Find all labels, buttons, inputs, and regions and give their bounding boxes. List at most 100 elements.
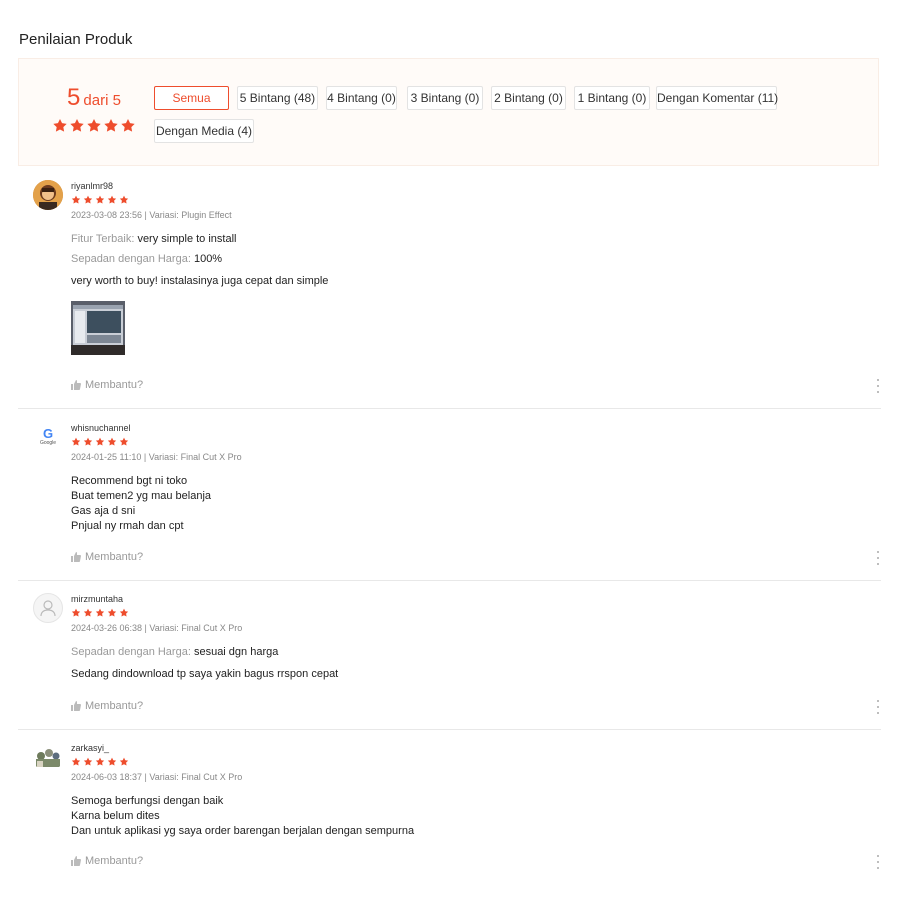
section-title: Penilaian Produk (19, 31, 133, 48)
group-photo-avatar[interactable] (33, 742, 63, 772)
review-username: riyanlmr98 (71, 181, 114, 191)
review-content: Sedang dindownload tp saya yakin bagus r… (71, 667, 881, 682)
divider (18, 580, 881, 581)
star-icon (95, 437, 105, 446)
filter-with-comments[interactable]: Dengan Komentar (11) (656, 86, 778, 110)
divider (18, 408, 881, 409)
review-item: riyanlmr98 2023-03-08 23:56 | Variasi: P… (18, 180, 881, 409)
default-user-avatar[interactable] (33, 593, 63, 623)
review-line: Semoga berfungsi dengan baik (71, 795, 224, 807)
thumbs-up-icon (71, 380, 81, 390)
filter-all[interactable]: Semua (154, 86, 229, 110)
filter-2-star[interactable]: 2 Bintang (0) (491, 86, 566, 110)
divider (18, 729, 881, 730)
review-line: very worth to buy! instalasinya juga cep… (71, 275, 329, 287)
google-logo-caption: Google (39, 439, 57, 446)
star-icon (95, 195, 105, 204)
star-icon (95, 608, 105, 617)
user-icon (40, 600, 56, 617)
review-meta: 2024-03-26 06:38 | Variasi: Final Cut X … (71, 623, 243, 633)
star-icon (119, 437, 129, 446)
review-line: Sedang dindownload tp saya yakin bagus r… (71, 668, 339, 680)
review-meta: 2024-06-03 18:37 | Variasi: Final Cut X … (71, 772, 243, 782)
review-content: Recommend bgt ni toko Buat temen2 yg mau… (71, 474, 881, 534)
overall-stars (43, 118, 145, 134)
review-username: whisnuchannel (71, 423, 131, 433)
helpful-label: Membantu? (85, 379, 144, 391)
helpful-button[interactable]: Membantu? (71, 551, 143, 563)
attribute-key: Sepadan dengan Harga: (71, 253, 191, 265)
review-body: riyanlmr98 2023-03-08 23:56 | Variasi: P… (71, 180, 881, 355)
review-stars (71, 437, 881, 447)
review-attribute: Fitur Terbaik: very simple to install (71, 229, 881, 249)
star-icon (83, 608, 93, 617)
review-username: zarkasyi_ (71, 743, 110, 753)
star-icon (119, 757, 129, 766)
star-icon (119, 195, 129, 204)
review-stars (71, 757, 881, 767)
review-media-thumbnail[interactable] (71, 301, 125, 355)
helpful-button[interactable]: Membantu? (71, 700, 143, 712)
star-icon (71, 437, 81, 446)
attribute-key: Sepadan dengan Harga: (71, 646, 191, 658)
star-icon (53, 119, 67, 132)
star-icon (107, 195, 117, 204)
google-logo-avatar[interactable]: G Google (33, 422, 63, 452)
google-logo-letter: G (42, 425, 54, 441)
review-item: G Google whisnuchannel 2024-01-25 11:10 … (18, 422, 881, 581)
attribute-value: sesuai dgn harga (193, 646, 279, 658)
thumbs-up-icon (71, 856, 81, 866)
review-meta: 2024-01-25 11:10 | Variasi: Final Cut X … (71, 452, 242, 462)
photo-avatar[interactable] (33, 180, 63, 210)
star-icon (119, 608, 129, 617)
review-body: zarkasyi_ 2024-06-03 18:37 | Variasi: Fi… (71, 742, 881, 839)
star-icon (83, 437, 93, 446)
review-attribute: Sepadan dengan Harga: 100% (71, 249, 881, 269)
overall-score: 5 dari 5 (43, 85, 145, 134)
review-meta: 2023-03-08 23:56 | Variasi: Plugin Effec… (71, 210, 232, 220)
filter-1-star[interactable]: 1 Bintang (0) (574, 86, 650, 110)
score-suffix: dari 5 (83, 92, 121, 109)
review-attribute: Sepadan dengan Harga: sesuai dgn harga (71, 642, 881, 662)
helpful-button[interactable]: Membantu? (71, 379, 143, 391)
filter-5-star[interactable]: 5 Bintang (48) (237, 86, 318, 110)
review-content: Semoga berfungsi dengan baik Karna belum… (71, 794, 881, 839)
helpful-label: Membantu? (85, 700, 144, 712)
star-icon (104, 119, 118, 132)
review-stars (71, 608, 881, 618)
filter-with-media[interactable]: Dengan Media (4) (154, 119, 254, 143)
star-icon (71, 608, 81, 617)
star-icon (107, 608, 117, 617)
rating-overview: 5 dari 5 Semua 5 Bintang (48) 4 Bintang (… (18, 58, 879, 166)
review-line: Karna belum dites (71, 810, 160, 822)
more-options-icon[interactable] (875, 551, 881, 565)
review-line: Dan untuk aplikasi yg saya order barenga… (71, 825, 415, 837)
review-line: Pnjual ny rmah dan cpt (71, 520, 184, 532)
review-username: mirzmuntaha (71, 594, 124, 604)
helpful-label: Membantu? (85, 551, 144, 563)
more-options-icon[interactable] (875, 379, 881, 393)
star-icon (83, 757, 93, 766)
review-item: zarkasyi_ 2024-06-03 18:37 | Variasi: Fi… (18, 742, 881, 877)
filter-3-star[interactable]: 3 Bintang (0) (407, 86, 483, 110)
attribute-value: 100% (193, 253, 223, 265)
review-body: whisnuchannel 2024-01-25 11:10 | Variasi… (71, 422, 881, 534)
helpful-button[interactable]: Membantu? (71, 855, 143, 867)
review-content: very worth to buy! instalasinya juga cep… (71, 274, 881, 289)
filter-4-star[interactable]: 4 Bintang (0) (326, 86, 397, 110)
product-ratings-page: Penilaian Produk 5 dari 5 Semua 5 Bintang… (0, 0, 899, 899)
review-line: Gas aja d sni (71, 505, 136, 517)
review-item: mirzmuntaha 2024-03-26 06:38 | Variasi: … (18, 593, 881, 730)
more-options-icon[interactable] (875, 700, 881, 714)
star-icon (71, 195, 81, 204)
review-line: Recommend bgt ni toko (71, 475, 188, 487)
more-options-icon[interactable] (875, 855, 881, 869)
attribute-key: Fitur Terbaik: (71, 233, 135, 245)
star-icon (70, 119, 84, 132)
review-line: Buat temen2 yg mau belanja (71, 490, 212, 502)
score-value: 5 (67, 84, 81, 111)
star-icon (107, 757, 117, 766)
star-icon (83, 195, 93, 204)
star-icon (95, 757, 105, 766)
star-icon (107, 437, 117, 446)
